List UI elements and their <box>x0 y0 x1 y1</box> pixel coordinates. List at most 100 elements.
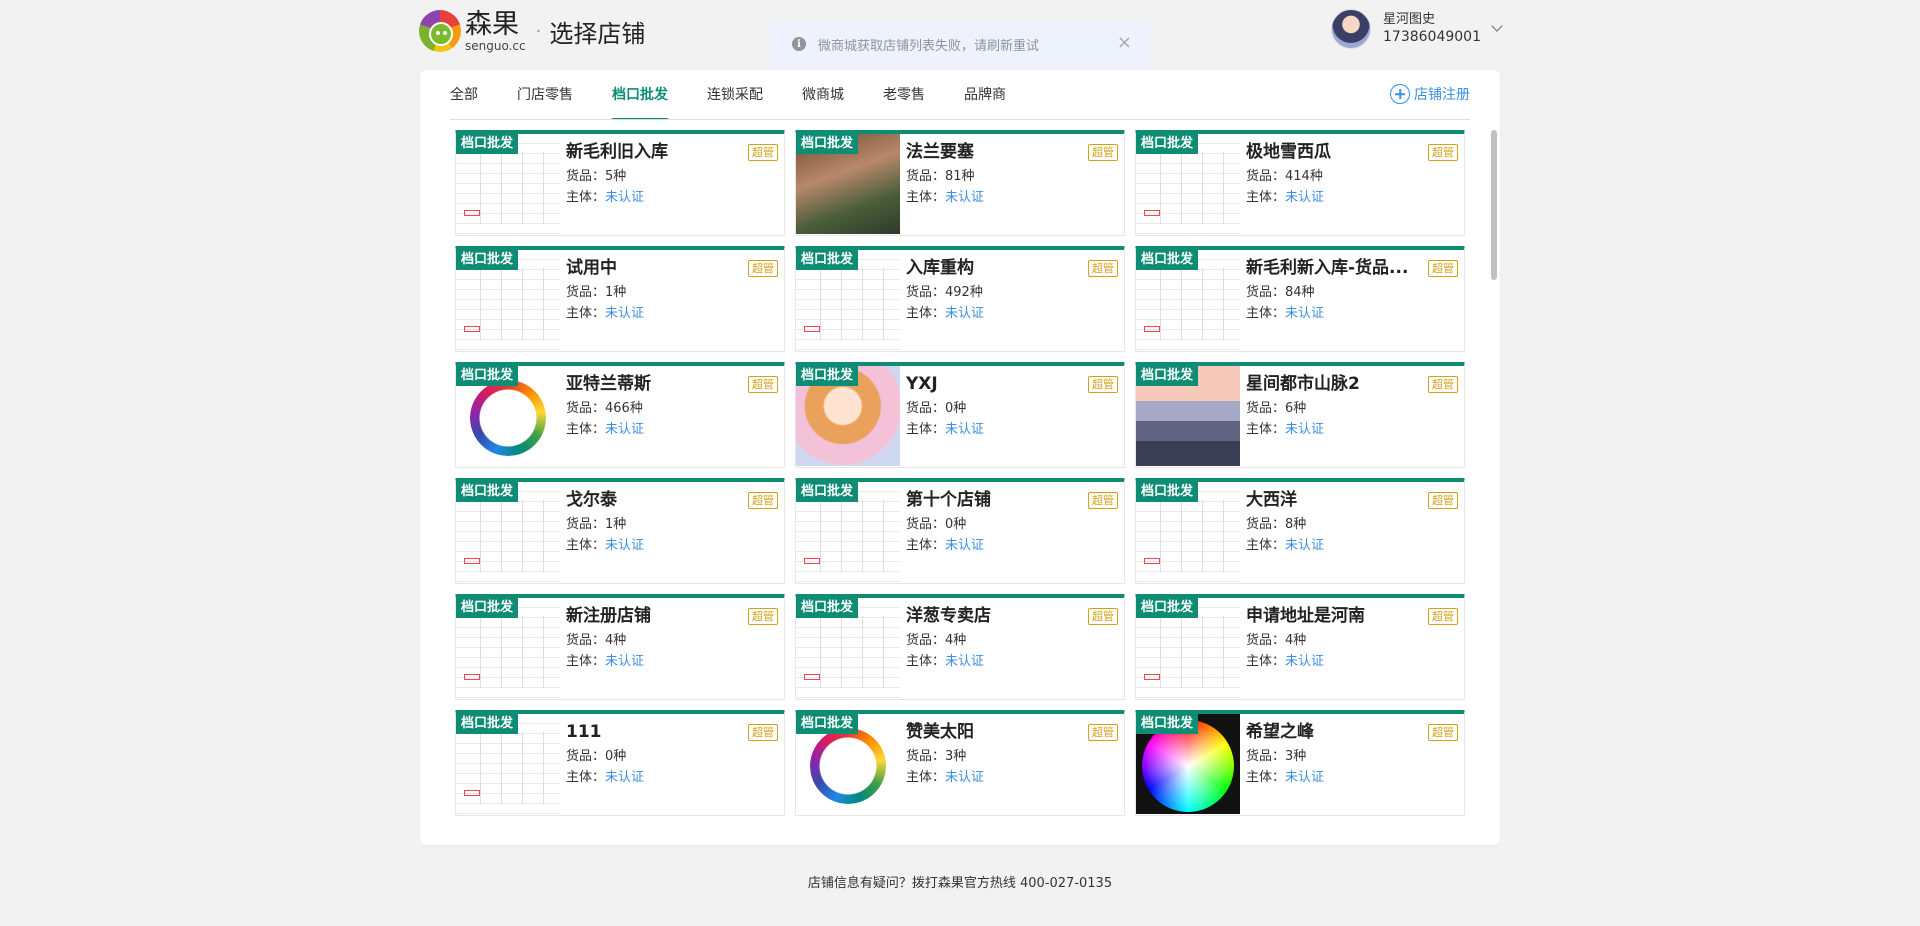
tab-3[interactable]: 连锁采配 <box>707 70 763 120</box>
verify-status-link[interactable]: 未认证 <box>945 422 984 437</box>
verify-status-link[interactable]: 未认证 <box>605 306 644 321</box>
entity-label: 主体： <box>906 306 946 321</box>
store-goods: 货品：81种 <box>906 168 1116 185</box>
store-entity: 主体：未认证 <box>1246 653 1456 670</box>
store-thumbnail: 档口批发 <box>796 482 900 582</box>
verify-status-link[interactable]: 未认证 <box>605 770 644 785</box>
entity-label: 主体： <box>906 422 946 437</box>
store-card[interactable]: 档口批发 申请地址是河南 货品：4种 主体：未认证 超管 <box>1135 594 1465 700</box>
verify-status-link[interactable]: 未认证 <box>605 538 644 553</box>
store-goods: 货品：0种 <box>566 748 776 765</box>
store-type-tag: 档口批发 <box>1136 366 1199 386</box>
store-name: 新毛利新入库-货品... <box>1246 258 1409 278</box>
store-card[interactable]: 档口批发 极地雪西瓜 货品：414种 主体：未认证 超管 <box>1135 130 1465 236</box>
store-card[interactable]: 档口批发 新毛利旧入库 货品：5种 主体：未认证 超管 <box>455 130 785 236</box>
verify-status-link[interactable]: 未认证 <box>945 654 984 669</box>
tab-6[interactable]: 品牌商 <box>964 70 1006 120</box>
user-menu[interactable]: 星河图史 17386049001 <box>1331 9 1503 49</box>
verify-status-link[interactable]: 未认证 <box>945 770 984 785</box>
admin-badge: 超管 <box>748 376 778 393</box>
store-name: 新注册店铺 <box>566 606 651 626</box>
store-card[interactable]: 档口批发 亚特兰蒂斯 货品：466种 主体：未认证 超管 <box>455 362 785 468</box>
admin-badge: 超管 <box>748 492 778 509</box>
store-thumbnail: 档口批发 <box>796 714 900 814</box>
user-name: 星河图史 <box>1383 11 1436 27</box>
store-goods: 货品：0种 <box>906 400 1116 417</box>
store-thumbnail: 档口批发 <box>1136 366 1240 466</box>
store-card[interactable]: 档口批发 洋葱专卖店 货品：4种 主体：未认证 超管 <box>795 594 1125 700</box>
store-card[interactable]: 档口批发 赞美太阳 货品：3种 主体：未认证 超管 <box>795 710 1125 816</box>
goods-count: 466种 <box>605 401 643 416</box>
store-type-tag: 档口批发 <box>456 250 519 270</box>
store-card[interactable]: 档口批发 法兰要塞 货品：81种 主体：未认证 超管 <box>795 130 1125 236</box>
store-name: 洋葱专卖店 <box>906 606 991 626</box>
store-entity: 主体：未认证 <box>906 189 1116 206</box>
store-card[interactable]: 档口批发 入库重构 货品：492种 主体：未认证 超管 <box>795 246 1125 352</box>
thumbnail-mark <box>804 558 820 564</box>
store-type-tag: 档口批发 <box>1136 250 1199 270</box>
verify-status-link[interactable]: 未认证 <box>605 654 644 669</box>
store-card[interactable]: 档口批发 希望之峰 货品：3种 主体：未认证 超管 <box>1135 710 1465 816</box>
store-entity: 主体：未认证 <box>566 189 776 206</box>
verify-status-link[interactable]: 未认证 <box>1285 306 1324 321</box>
admin-badge: 超管 <box>1428 376 1458 393</box>
store-name: 111 <box>566 722 602 742</box>
goods-count: 0种 <box>605 749 627 764</box>
store-card[interactable]: 档口批发 大西洋 货品：8种 主体：未认证 超管 <box>1135 478 1465 584</box>
store-register-button[interactable]: 店铺注册 <box>1390 84 1470 104</box>
store-entity: 主体：未认证 <box>906 769 1116 786</box>
verify-status-link[interactable]: 未认证 <box>605 422 644 437</box>
store-card[interactable]: 档口批发 YXJ 货品：0种 主体：未认证 超管 <box>795 362 1125 468</box>
verify-status-link[interactable]: 未认证 <box>1285 770 1324 785</box>
verify-status-link[interactable]: 未认证 <box>1285 422 1324 437</box>
goods-label: 货品： <box>1246 517 1286 532</box>
store-card[interactable]: 档口批发 第十个店铺 货品：0种 主体：未认证 超管 <box>795 478 1125 584</box>
store-card[interactable]: 档口批发 新毛利新入库-货品... 货品：84种 主体：未认证 超管 <box>1135 246 1465 352</box>
tab-1[interactable]: 门店零售 <box>517 70 573 120</box>
tab-2[interactable]: 档口批发 <box>612 70 668 120</box>
chevron-down-icon[interactable] <box>1491 20 1503 32</box>
store-goods: 货品：0种 <box>906 516 1116 533</box>
store-goods: 货品：3种 <box>906 748 1116 765</box>
store-card[interactable]: 档口批发 新注册店铺 货品：4种 主体：未认证 超管 <box>455 594 785 700</box>
store-card[interactable]: 档口批发 星间都市山脉2 货品：6种 主体：未认证 超管 <box>1135 362 1465 468</box>
admin-badge: 超管 <box>1428 144 1458 161</box>
store-thumbnail: 档口批发 <box>1136 598 1240 698</box>
store-card[interactable]: 档口批发 111 货品：0种 主体：未认证 超管 <box>455 710 785 816</box>
verify-status-link[interactable]: 未认证 <box>1285 538 1324 553</box>
store-name: 星间都市山脉2 <box>1246 374 1360 394</box>
logo-en-text: senguo.cc <box>465 38 526 53</box>
goods-count: 5种 <box>605 169 627 184</box>
goods-label: 货品： <box>906 633 946 648</box>
goods-count: 1种 <box>605 517 627 532</box>
verify-status-link[interactable]: 未认证 <box>1285 190 1324 205</box>
store-entity: 主体：未认证 <box>1246 537 1456 554</box>
logo-cn-text: 森果 <box>465 8 519 40</box>
thumbnail-mark <box>464 326 480 332</box>
store-card[interactable]: 档口批发 戈尔泰 货品：1种 主体：未认证 超管 <box>455 478 785 584</box>
verify-status-link[interactable]: 未认证 <box>605 190 644 205</box>
entity-label: 主体： <box>566 654 606 669</box>
tab-0[interactable]: 全部 <box>450 70 478 120</box>
scrollbar[interactable] <box>1491 130 1497 280</box>
goods-count: 8种 <box>1285 517 1307 532</box>
tab-4[interactable]: 微商城 <box>802 70 844 120</box>
verify-status-link[interactable]: 未认证 <box>945 538 984 553</box>
goods-count: 4种 <box>1285 633 1307 648</box>
close-icon[interactable]: × <box>1117 34 1132 52</box>
tab-5[interactable]: 老零售 <box>883 70 925 120</box>
store-name: 希望之峰 <box>1246 722 1314 742</box>
goods-count: 84种 <box>1285 285 1315 300</box>
verify-status-link[interactable]: 未认证 <box>945 190 984 205</box>
goods-label: 货品： <box>1246 169 1286 184</box>
verify-status-link[interactable]: 未认证 <box>1285 654 1324 669</box>
entity-label: 主体： <box>566 422 606 437</box>
store-name: 第十个店铺 <box>906 490 991 510</box>
verify-status-link[interactable]: 未认证 <box>945 306 984 321</box>
avatar[interactable] <box>1331 9 1371 49</box>
goods-label: 货品： <box>566 517 606 532</box>
store-card[interactable]: 档口批发 试用中 货品：1种 主体：未认证 超管 <box>455 246 785 352</box>
admin-badge: 超管 <box>1088 260 1118 277</box>
store-name: 入库重构 <box>906 258 974 278</box>
store-thumbnail: 档口批发 <box>796 250 900 350</box>
